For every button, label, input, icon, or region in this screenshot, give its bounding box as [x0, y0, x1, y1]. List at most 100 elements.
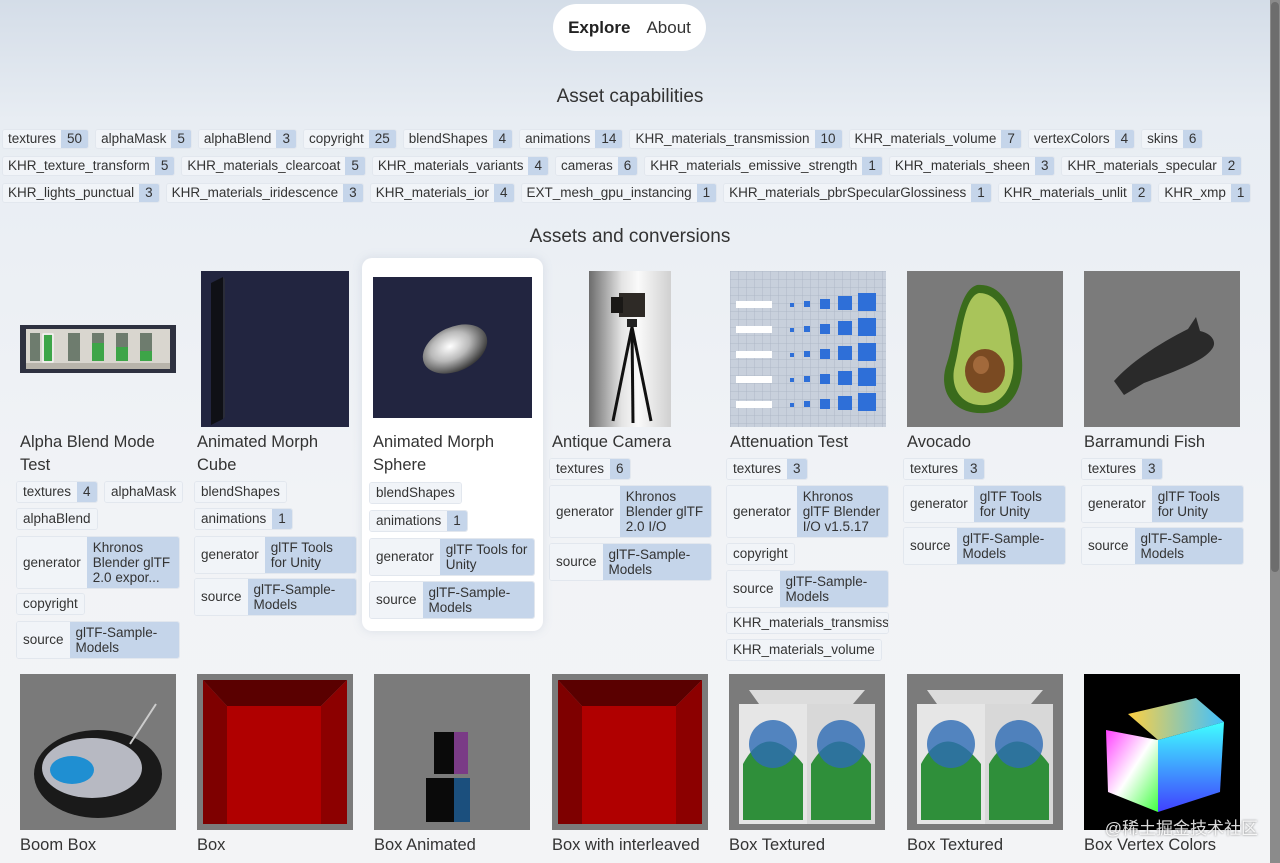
tag-animations[interactable]: animations 1 [369, 510, 468, 532]
tag-copyright[interactable]: copyright [726, 543, 795, 565]
capability-tag[interactable]: KHR_materials_specular 2 [1061, 156, 1243, 176]
tag-generator[interactable]: generator glTF Tools for Unity [903, 485, 1066, 523]
top-nav: Explore About [553, 4, 706, 51]
box-textured-thumbnail[interactable] [907, 674, 1063, 830]
asset-title[interactable]: Barramundi Fish [1084, 431, 1244, 454]
tag-animations[interactable]: animations 1 [194, 508, 293, 530]
tag-source[interactable]: source glTF-Sample-Models [194, 578, 357, 616]
box-animated-thumbnail[interactable] [374, 674, 530, 830]
tag-textures[interactable]: textures 3 [1081, 458, 1163, 480]
tag-khr-volume[interactable]: KHR_materials_volume [726, 639, 882, 661]
asset-title[interactable]: Box Animated [374, 834, 476, 857]
capabilities-row: KHR_lights_punctual 3 KHR_materials_irides… [2, 183, 1252, 203]
capability-name: cameras [555, 157, 618, 175]
antique-camera-thumbnail[interactable] [589, 271, 671, 427]
scrollbar-thumb[interactable] [1271, 2, 1279, 572]
tag-blendshapes[interactable]: blendShapes [369, 482, 462, 504]
capability-name: vertexColors [1028, 130, 1115, 148]
attenuation-test-thumbnail[interactable] [730, 271, 886, 427]
asset-title[interactable]: Avocado [907, 431, 1067, 454]
avocado-thumbnail[interactable] [907, 271, 1063, 427]
asset-title[interactable]: Attenuation Test [730, 431, 890, 454]
page-scrollbar[interactable] [1270, 0, 1280, 863]
capability-tag[interactable]: copyright 25 [302, 129, 397, 149]
capability-tag[interactable]: KHR_xmp 1 [1158, 183, 1252, 203]
nav-explore-link[interactable]: Explore [568, 18, 630, 38]
capability-tag[interactable]: KHR_materials_iridescence 3 [165, 183, 364, 203]
box-textured-thumbnail[interactable] [729, 674, 885, 830]
asset-title[interactable]: Box with interleaved [552, 834, 700, 857]
tag-generator[interactable]: generator glTF Tools for Unity [369, 538, 535, 576]
alpha-blend-thumbnail[interactable] [20, 325, 176, 373]
tag-textures[interactable]: textures 6 [549, 458, 631, 480]
capability-tag[interactable]: cameras 6 [554, 156, 639, 176]
capability-name: KHR_lights_punctual [3, 184, 140, 202]
tag-textures[interactable]: textures 3 [726, 458, 808, 480]
capability-tag[interactable]: animations 14 [519, 129, 624, 149]
capability-name: KHR_materials_sheen [889, 157, 1035, 175]
asset-title[interactable]: Box Textured [729, 834, 825, 857]
capability-count: 50 [61, 130, 89, 148]
capability-tag[interactable]: KHR_materials_volume 7 [848, 129, 1022, 149]
tag-source[interactable]: source glTF-Sample-Models [369, 581, 535, 619]
capability-tag[interactable]: skins 6 [1141, 129, 1204, 149]
tag-khr-transmission[interactable]: KHR_materials_transmissic [726, 612, 889, 634]
tag-generator[interactable]: generator Khronos Blender glTF 2.0 I/O [549, 485, 712, 538]
capability-tag[interactable]: textures 50 [2, 129, 90, 149]
tag-generator[interactable]: generator glTF Tools for Unity [1081, 485, 1244, 523]
tag-blendshapes[interactable]: blendShapes [194, 481, 287, 503]
asset-title[interactable]: Animated Morph Cube [197, 431, 357, 477]
capability-tag[interactable]: KHR_materials_ior 4 [369, 183, 515, 203]
tag-generator[interactable]: generator Khronos glTF Blender I/O v1.5.1… [726, 485, 889, 538]
morph-cube-thumbnail[interactable] [201, 271, 349, 427]
boom-box-thumbnail[interactable] [20, 674, 176, 830]
tag-copyright[interactable]: copyright [16, 593, 85, 615]
capability-tag[interactable]: KHR_materials_clearcoat 5 [181, 156, 366, 176]
asset-title[interactable]: Antique Camera [552, 431, 712, 454]
capability-count: 2 [1131, 184, 1152, 202]
tag-alphamask[interactable]: alphaMask [104, 481, 184, 503]
nav-about-link[interactable]: About [646, 18, 690, 38]
capability-tag[interactable]: KHR_materials_sheen 3 [888, 156, 1056, 176]
tag-source[interactable]: source glTF-Sample-Models [726, 570, 889, 608]
capability-tag[interactable]: KHR_materials_variants 4 [371, 156, 549, 176]
asset-title[interactable]: Box [197, 834, 225, 857]
capability-tag[interactable]: EXT_mesh_gpu_instancing 1 [520, 183, 718, 203]
asset-title[interactable]: Box Textured [907, 834, 1003, 857]
asset-title[interactable]: Animated Morph Sphere [373, 431, 533, 477]
tag-source[interactable]: source glTF-Sample-Models [903, 527, 1066, 565]
tag-source[interactable]: source glTF-Sample-Models [1081, 527, 1244, 565]
tag-alphablend[interactable]: alphaBlend [16, 508, 98, 530]
capability-count: 3 [1034, 157, 1055, 175]
box-interleaved-thumbnail[interactable] [552, 674, 708, 830]
capability-tag[interactable]: KHR_texture_transform 5 [2, 156, 176, 176]
tag-textures[interactable]: textures 3 [903, 458, 985, 480]
capability-name: KHR_materials_volume [849, 130, 1002, 148]
capability-tag[interactable]: KHR_materials_emissive_strength 1 [644, 156, 883, 176]
morph-sphere-thumbnail[interactable] [373, 277, 532, 418]
capability-tag[interactable]: KHR_lights_punctual 3 [2, 183, 160, 203]
tag-source[interactable]: source glTF-Sample-Models [16, 621, 180, 659]
tag-source[interactable]: source glTF-Sample-Models [549, 543, 712, 581]
asset-title[interactable]: Alpha Blend Mode Test [20, 431, 180, 477]
asset-title[interactable]: Boom Box [20, 834, 96, 857]
capability-name: KHR_materials_pbrSpecularGlossiness [724, 184, 972, 202]
tag-generator[interactable]: generator Khronos Blender glTF 2.0 expor.… [16, 536, 180, 589]
box-vertex-colors-thumbnail[interactable] [1084, 674, 1240, 830]
barramundi-thumbnail[interactable] [1084, 271, 1240, 427]
capability-name: KHR_materials_unlit [998, 184, 1132, 202]
capability-tag[interactable]: KHR_materials_transmission 10 [629, 129, 843, 149]
capability-tag[interactable]: KHR_materials_unlit 2 [997, 183, 1153, 203]
box-thumbnail[interactable] [197, 674, 353, 830]
capability-tag[interactable]: blendShapes 4 [402, 129, 514, 149]
capability-name: KHR_texture_transform [3, 157, 155, 175]
capabilities-row: textures 50 alphaMask 5 alphaBlend 3 copyright… [2, 129, 1204, 149]
capability-tag[interactable]: alphaMask 5 [95, 129, 192, 149]
capability-count: 1 [1230, 184, 1251, 202]
capability-tag[interactable]: alphaBlend 3 [197, 129, 297, 149]
capability-tag[interactable]: vertexColors 4 [1027, 129, 1136, 149]
capability-count: 1 [862, 157, 882, 175]
tag-generator[interactable]: generator glTF Tools for Unity [194, 536, 357, 574]
tag-textures[interactable]: textures 4 [16, 481, 98, 503]
capability-tag[interactable]: KHR_materials_pbrSpecularGlossiness 1 [723, 183, 992, 203]
